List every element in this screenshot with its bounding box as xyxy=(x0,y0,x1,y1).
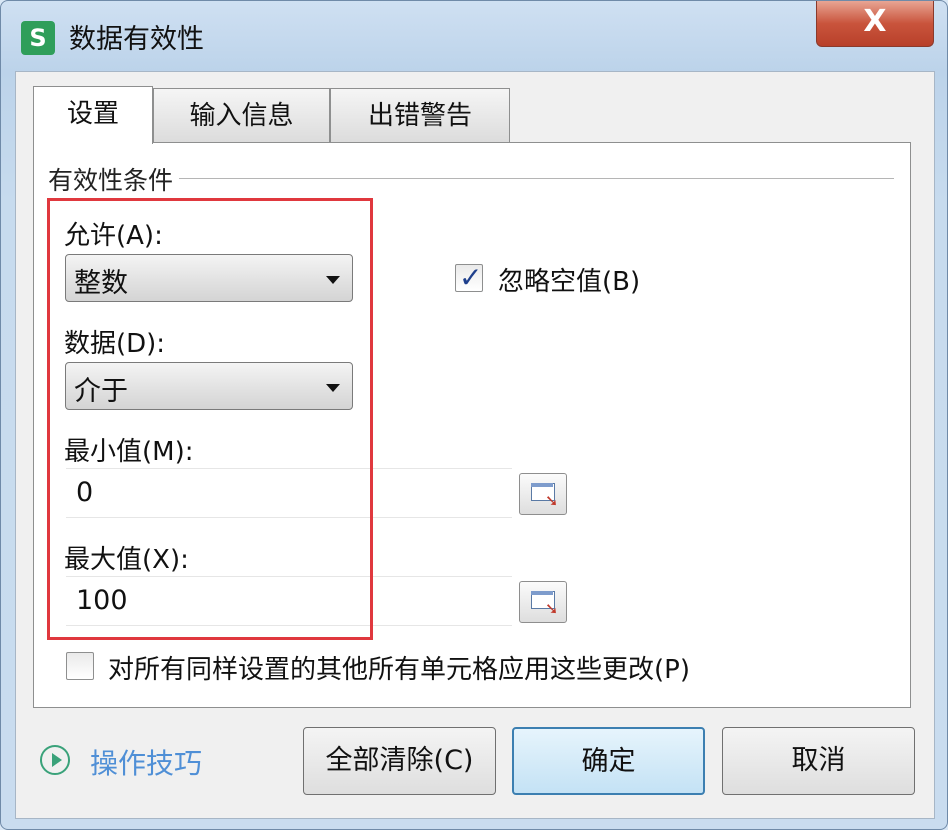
close-button[interactable]: X xyxy=(816,1,934,47)
min-range-picker-button[interactable]: ➘ xyxy=(519,473,567,515)
play-icon xyxy=(40,745,70,775)
checkmark-icon: ✓ xyxy=(459,261,483,294)
app-icon: S xyxy=(21,21,55,55)
ignore-blank-label[interactable]: 忽略空值(B) xyxy=(498,261,640,298)
close-icon: X xyxy=(863,4,887,39)
cancel-button[interactable]: 取消 xyxy=(722,727,915,795)
tips-label[interactable]: 操作技巧 xyxy=(90,742,202,782)
tab-input-message[interactable]: 输入信息 xyxy=(153,88,330,142)
cursor-icon: ➘ xyxy=(545,491,559,510)
highlight-box xyxy=(47,198,373,640)
apply-all-checkbox[interactable] xyxy=(66,652,94,680)
ok-button[interactable]: 确定 xyxy=(512,727,705,795)
tab-error-alert[interactable]: 出错警告 xyxy=(330,88,510,142)
ignore-blank-checkbox[interactable]: ✓ xyxy=(455,261,483,294)
dialog-title: 数据有效性 xyxy=(69,24,204,55)
tab-settings[interactable]: 设置 xyxy=(33,86,153,144)
group-label: 有效性条件 xyxy=(48,161,180,197)
title-bar[interactable]: S 数据有效性 X xyxy=(1,1,947,75)
apply-all-label[interactable]: 对所有同样设置的其他所有单元格应用这些更改(P) xyxy=(108,649,690,686)
clear-all-button[interactable]: 全部清除(C) xyxy=(303,727,496,795)
max-range-picker-button[interactable]: ➘ xyxy=(519,581,567,623)
cursor-icon: ➘ xyxy=(545,599,559,618)
